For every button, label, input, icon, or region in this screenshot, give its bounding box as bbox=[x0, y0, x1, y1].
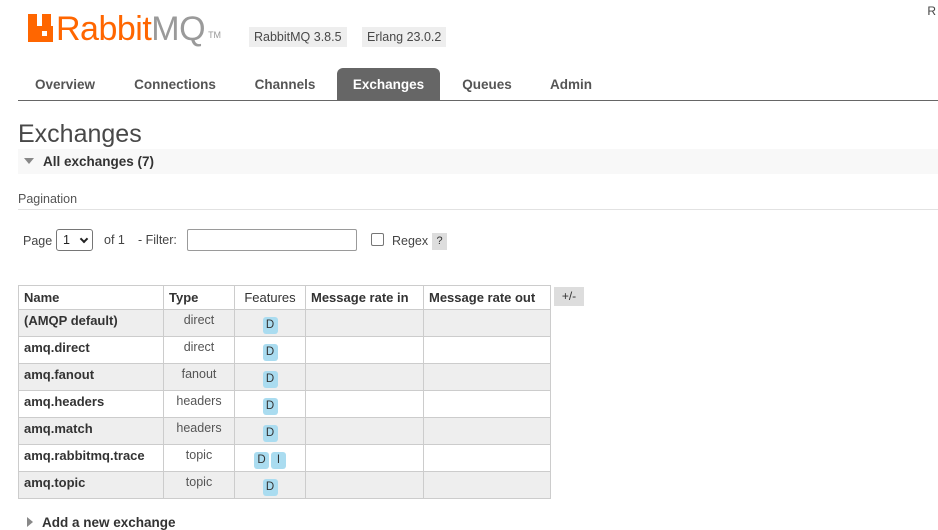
exchanges-table: Name Type Features Message rate in Messa… bbox=[18, 285, 551, 499]
exchange-type: topic bbox=[163, 444, 235, 472]
message-rate-out bbox=[423, 309, 551, 337]
page-select[interactable]: 1 bbox=[56, 229, 93, 251]
all-exchanges-heading: All exchanges (7) bbox=[43, 154, 155, 169]
exchange-type: direct bbox=[163, 309, 235, 337]
exchange-type: headers bbox=[163, 417, 235, 445]
feature-badge: I bbox=[271, 452, 286, 469]
filter-label: - Filter: bbox=[138, 233, 177, 247]
tab-overview[interactable]: Overview bbox=[18, 68, 112, 100]
rabbitmq-logo-icon bbox=[28, 14, 53, 42]
exchange-name-link[interactable]: amq.fanout bbox=[18, 363, 164, 391]
column-header-message-rate-out: Message rate out bbox=[423, 285, 551, 310]
exchange-features: D bbox=[234, 471, 306, 499]
exchange-features: D bbox=[234, 336, 306, 364]
user-menu[interactable]: R bbox=[927, 4, 936, 18]
table-row: amq.fanout fanout D bbox=[18, 363, 551, 391]
message-rate-in bbox=[305, 417, 424, 445]
table-header-row: Name Type Features Message rate in Messa… bbox=[18, 285, 551, 310]
collapse-arrow-icon bbox=[24, 158, 34, 164]
logo-text-rabbit: Rabbit bbox=[56, 10, 152, 48]
erlang-version-badge: Erlang 23.0.2 bbox=[362, 27, 447, 47]
message-rate-in bbox=[305, 390, 424, 418]
pagination-divider bbox=[18, 209, 938, 210]
table-row: amq.headers headers D bbox=[18, 390, 551, 418]
table-row: amq.direct direct D bbox=[18, 336, 551, 364]
table-row: (AMQP default) direct D bbox=[18, 309, 551, 337]
exchange-name-link[interactable]: (AMQP default) bbox=[18, 309, 164, 337]
exchange-features: D bbox=[234, 390, 306, 418]
message-rate-out bbox=[423, 417, 551, 445]
message-rate-out bbox=[423, 390, 551, 418]
logo-trademark: TM bbox=[208, 30, 222, 40]
tab-queues[interactable]: Queues bbox=[446, 68, 528, 100]
exchange-name-link[interactable]: amq.rabbitmq.trace bbox=[18, 444, 164, 472]
exchange-name-link[interactable]: amq.headers bbox=[18, 390, 164, 418]
message-rate-in bbox=[305, 336, 424, 364]
message-rate-in bbox=[305, 363, 424, 391]
exchange-features: D bbox=[234, 363, 306, 391]
message-rate-in bbox=[305, 444, 424, 472]
regex-help-button[interactable]: ? bbox=[432, 233, 447, 250]
page-title: Exchanges bbox=[18, 120, 142, 148]
table-row: amq.topic topic D bbox=[18, 471, 551, 499]
message-rate-out bbox=[423, 363, 551, 391]
feature-badge: D bbox=[262, 425, 278, 442]
exchange-name-link[interactable]: amq.direct bbox=[18, 336, 164, 364]
exchange-type: direct bbox=[163, 336, 235, 364]
exchange-features: D bbox=[234, 417, 306, 445]
feature-badge: D bbox=[254, 452, 269, 469]
table-row: amq.rabbitmq.trace topic D I bbox=[18, 444, 551, 472]
tab-connections[interactable]: Connections bbox=[120, 68, 230, 100]
feature-badge: D bbox=[262, 344, 278, 361]
chevron-down-icon bbox=[79, 234, 89, 244]
message-rate-in bbox=[305, 471, 424, 499]
exchange-type: topic bbox=[163, 471, 235, 499]
rabbitmq-logo[interactable]: Rabbit MQ TM bbox=[28, 10, 221, 46]
rabbitmq-version-badge: RabbitMQ 3.8.5 bbox=[249, 27, 347, 47]
filter-input[interactable] bbox=[187, 229, 357, 251]
expand-arrow-icon bbox=[27, 517, 33, 527]
message-rate-in bbox=[305, 309, 424, 337]
regex-label: Regex bbox=[392, 234, 429, 248]
page-label: Page bbox=[23, 234, 53, 248]
tab-exchanges[interactable]: Exchanges bbox=[337, 68, 440, 100]
exchange-features: DI bbox=[234, 444, 306, 472]
tab-admin[interactable]: Admin bbox=[536, 68, 606, 100]
feature-badge: D bbox=[262, 479, 278, 496]
exchange-name-link[interactable]: amq.match bbox=[18, 417, 164, 445]
column-header-features: Features bbox=[234, 285, 306, 310]
exchange-features: D bbox=[234, 309, 306, 337]
feature-badge: D bbox=[262, 398, 278, 415]
message-rate-out bbox=[423, 471, 551, 499]
regex-checkbox[interactable] bbox=[371, 233, 384, 246]
exchange-type: fanout bbox=[163, 363, 235, 391]
main-navigation: Overview Connections Channels Exchanges … bbox=[18, 68, 938, 101]
feature-badge: D bbox=[262, 371, 278, 388]
exchange-type: headers bbox=[163, 390, 235, 418]
exchange-name-link[interactable]: amq.topic bbox=[18, 471, 164, 499]
page-count-label: of 1 bbox=[104, 233, 125, 247]
logo-text-mq: MQ bbox=[151, 10, 206, 48]
all-exchanges-section-toggle[interactable]: All exchanges (7) bbox=[18, 149, 938, 174]
column-header-type[interactable]: Type bbox=[163, 285, 235, 310]
table-row: amq.match headers D bbox=[18, 417, 551, 445]
feature-badge: D bbox=[262, 317, 278, 334]
page-select-value: 1 bbox=[63, 233, 70, 247]
column-header-name[interactable]: Name bbox=[18, 285, 164, 310]
pagination-heading: Pagination bbox=[18, 192, 78, 206]
column-header-message-rate-in: Message rate in bbox=[305, 285, 424, 310]
add-exchange-heading: Add a new exchange bbox=[42, 515, 176, 530]
message-rate-out bbox=[423, 336, 551, 364]
message-rate-out bbox=[423, 444, 551, 472]
toggle-columns-button[interactable]: +/- bbox=[554, 287, 584, 306]
tab-channels[interactable]: Channels bbox=[240, 68, 330, 100]
